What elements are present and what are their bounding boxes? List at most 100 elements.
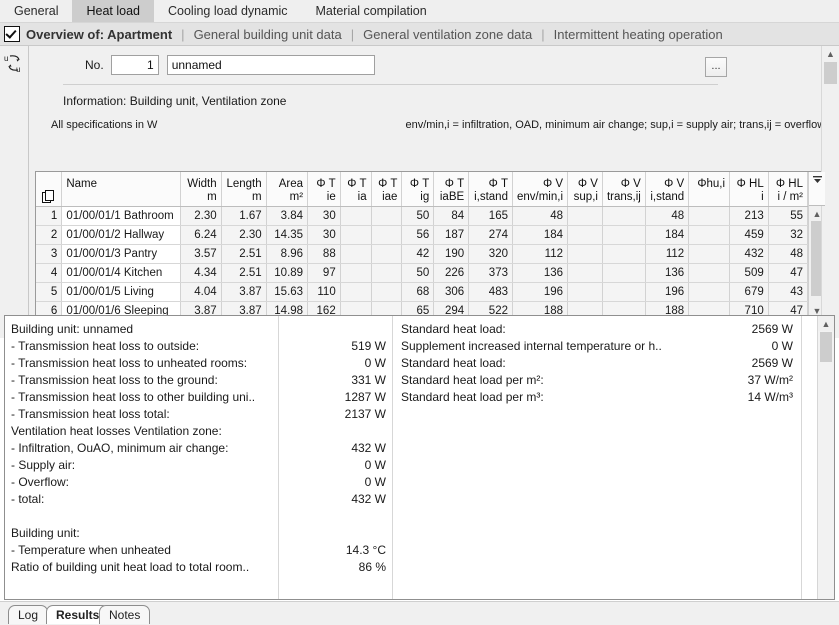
cell-name[interactable]: 01/00/01/3 Pantry — [61, 244, 181, 264]
header-phi-v-sup[interactable]: Φ Vsup,i — [567, 172, 603, 207]
page-scroll-thumb[interactable] — [824, 62, 837, 84]
cell-phi-t-iabe[interactable]: 226 — [433, 263, 470, 283]
cell-phi-hl-i-m2[interactable]: 55 — [768, 206, 809, 226]
table-row[interactable]: 3 01/00/01/3 Pantry 3.57 2.51 8.96 88 42 190 320… — [36, 244, 809, 264]
header-area-m2[interactable]: Area m² — [266, 172, 309, 207]
link-general-building-unit-data[interactable]: General building unit data — [194, 27, 342, 42]
cell-phi-t-ia[interactable] — [340, 244, 372, 264]
table-row[interactable]: 4 01/00/01/4 Kitchen 4.34 2.51 10.89 97 50 226 3… — [36, 263, 809, 283]
cell-phi-v-trans[interactable] — [602, 244, 646, 264]
cell-row-index[interactable]: 3 — [36, 244, 63, 264]
header-phi-hl-i[interactable]: Φ HL i — [729, 172, 769, 207]
cell-phi-t-iae[interactable] — [371, 244, 403, 264]
overview-checkbox[interactable] — [4, 26, 20, 42]
cell-phi-hu[interactable] — [688, 244, 731, 264]
cell-phi-hl-i[interactable]: 432 — [729, 244, 769, 264]
bottom-tab-notes[interactable]: Notes — [99, 605, 151, 624]
cell-phi-t-ig[interactable]: 50 — [401, 206, 435, 226]
cell-phi-t-istand[interactable]: 274 — [468, 225, 513, 245]
cell-phi-v-trans[interactable] — [602, 282, 646, 302]
cell-name[interactable]: 01/00/01/1 Bathroom — [61, 206, 181, 226]
cell-length-m[interactable]: 3.87 — [221, 282, 267, 302]
cell-row-index[interactable]: 5 — [36, 282, 63, 302]
cell-phi-t-iabe[interactable]: 84 — [433, 206, 470, 226]
tab-heat-load[interactable]: Heat load — [72, 0, 154, 22]
header-phi-t-ia[interactable]: Φ Tia — [340, 172, 372, 207]
cell-phi-t-iabe[interactable]: 190 — [433, 244, 470, 264]
header-copy-cell[interactable] — [36, 172, 63, 207]
cell-name[interactable]: 01/00/01/2 Hallway — [61, 225, 181, 245]
cell-width-m[interactable]: 3.57 — [180, 244, 222, 264]
no-input[interactable] — [110, 55, 159, 75]
cell-phi-t-ia[interactable] — [340, 206, 372, 226]
cell-phi-v-trans[interactable] — [602, 225, 646, 245]
cell-phi-t-iabe[interactable]: 187 — [433, 225, 470, 245]
cell-phi-hl-i-m2[interactable]: 48 — [768, 244, 809, 264]
header-phi-t-ig[interactable]: Φ Tig — [401, 172, 435, 207]
cycle-refresh-icon[interactable]: u u — [3, 52, 25, 74]
cell-phi-t-iabe[interactable]: 306 — [433, 282, 470, 302]
header-phi-t-ie[interactable]: Φ Tie — [307, 172, 341, 207]
cell-phi-t-istand[interactable]: 165 — [468, 206, 513, 226]
cell-row-index[interactable]: 2 — [36, 225, 63, 245]
cell-phi-v-sup[interactable] — [567, 263, 603, 283]
cell-row-index[interactable]: 1 — [36, 206, 63, 226]
header-name[interactable]: Name — [61, 172, 181, 207]
link-intermittent-heating-operation[interactable]: Intermittent heating operation — [554, 27, 723, 42]
cell-phi-hl-i[interactable]: 213 — [729, 206, 769, 226]
header-phi-v-envmin[interactable]: Φ Venv/min,i — [512, 172, 569, 207]
cell-phi-v-trans[interactable] — [602, 263, 646, 283]
table-row[interactable]: 1 01/00/01/1 Bathroom 2.30 1.67 3.84 30 50 84 16… — [36, 206, 809, 226]
header-phi-hu[interactable]: Φhu,i — [688, 172, 731, 207]
cell-phi-t-iae[interactable] — [371, 263, 403, 283]
cell-width-m[interactable]: 6.24 — [180, 225, 222, 245]
cell-phi-t-ie[interactable]: 30 — [307, 225, 341, 245]
bottom-tab-log[interactable]: Log — [8, 605, 49, 624]
cell-phi-t-ig[interactable]: 56 — [401, 225, 435, 245]
link-general-ventilation-zone-data[interactable]: General ventilation zone data — [363, 27, 532, 42]
cell-phi-v-envmin[interactable]: 184 — [512, 225, 569, 245]
cell-phi-hl-i[interactable]: 679 — [729, 282, 769, 302]
cell-phi-v-envmin[interactable]: 136 — [512, 263, 569, 283]
cell-phi-t-iae[interactable] — [371, 225, 403, 245]
header-phi-v-istand[interactable]: Φ Vi,stand — [645, 172, 690, 207]
cell-phi-hu[interactable] — [688, 225, 731, 245]
cell-phi-t-ie[interactable]: 110 — [307, 282, 341, 302]
results-vertical-scrollbar[interactable]: ▲ — [817, 316, 834, 599]
cell-width-m[interactable]: 4.34 — [180, 263, 222, 283]
cell-length-m[interactable]: 2.30 — [221, 225, 267, 245]
cell-phi-t-iae[interactable] — [371, 206, 403, 226]
cell-length-m[interactable]: 1.67 — [221, 206, 267, 226]
cell-row-index[interactable]: 4 — [36, 263, 63, 283]
cell-phi-v-istand[interactable]: 184 — [645, 225, 690, 245]
cell-width-m[interactable]: 2.30 — [180, 206, 222, 226]
cell-phi-t-istand[interactable]: 373 — [468, 263, 513, 283]
cell-phi-hu[interactable] — [688, 206, 731, 226]
cell-phi-hl-i-m2[interactable]: 43 — [768, 282, 809, 302]
cell-area-m2[interactable]: 15.63 — [266, 282, 309, 302]
column-selector-button[interactable] — [809, 172, 825, 206]
cell-area-m2[interactable]: 8.96 — [266, 244, 309, 264]
cell-phi-v-istand[interactable]: 196 — [645, 282, 690, 302]
cell-phi-v-trans[interactable] — [602, 206, 646, 226]
cell-phi-hl-i-m2[interactable]: 32 — [768, 225, 809, 245]
cell-area-m2[interactable]: 3.84 — [266, 206, 309, 226]
cell-phi-hu[interactable] — [688, 282, 731, 302]
header-phi-v-trans[interactable]: Φ Vtrans,ij — [602, 172, 646, 207]
results-scroll-up-arrow[interactable]: ▲ — [818, 316, 834, 331]
cell-phi-t-ia[interactable] — [340, 282, 372, 302]
cell-phi-v-envmin[interactable]: 196 — [512, 282, 569, 302]
cell-phi-hl-i[interactable]: 509 — [729, 263, 769, 283]
table-row[interactable]: 2 01/00/01/2 Hallway 6.24 2.30 14.35 30 56 187 2… — [36, 225, 809, 245]
header-width-m[interactable]: Width m — [180, 172, 222, 207]
header-length-m[interactable]: Length m — [221, 172, 267, 207]
cell-name[interactable]: 01/00/01/4 Kitchen — [61, 263, 181, 283]
cell-phi-t-ig[interactable]: 42 — [401, 244, 435, 264]
cell-area-m2[interactable]: 14.35 — [266, 225, 309, 245]
room-data-grid[interactable]: Name Width m Length m Area m² Φ Tie Φ Tia Φ Tiae… — [35, 171, 826, 319]
cell-phi-v-sup[interactable] — [567, 225, 603, 245]
header-phi-hl-i-m2[interactable]: Φ HL i / m² — [768, 172, 809, 207]
table-row[interactable]: 5 01/00/01/5 Living 4.04 3.87 15.63 110 68 306 4… — [36, 282, 809, 302]
header-phi-t-iabe[interactable]: Φ TiaBE — [433, 172, 470, 207]
browse-button[interactable]: ... — [705, 57, 727, 77]
